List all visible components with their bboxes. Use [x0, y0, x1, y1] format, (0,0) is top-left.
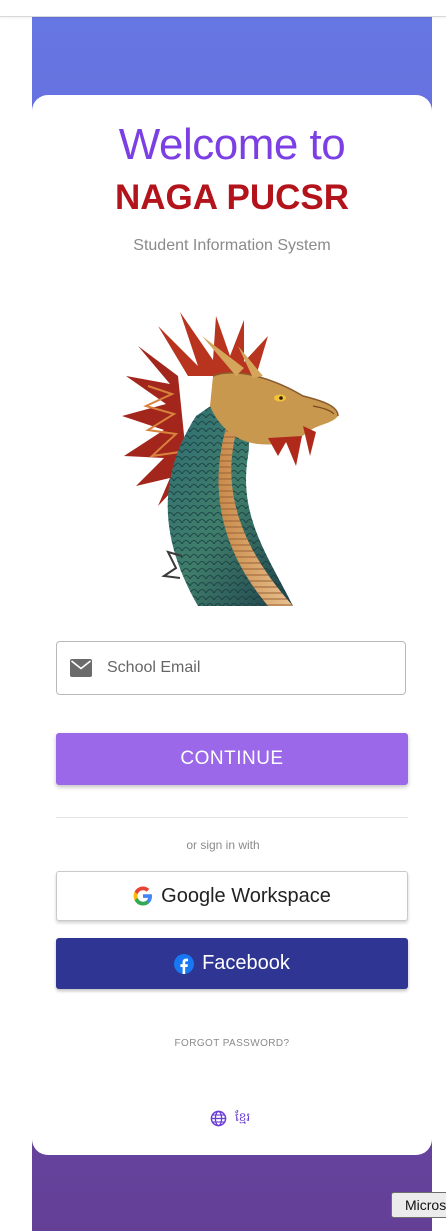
google-workspace-button[interactable]: Google Workspace [56, 871, 408, 921]
email-field[interactable] [56, 641, 406, 695]
browser-top-bar [0, 0, 446, 17]
dragon-illustration [122, 312, 339, 606]
email-input[interactable] [105, 658, 379, 678]
continue-button[interactable]: CONTINUE [56, 733, 408, 785]
khmer-language-link[interactable]: ខ្មែរ [235, 1109, 250, 1127]
mail-icon [69, 656, 93, 680]
taskbar-microsoft-button[interactable]: Micros [391, 1192, 446, 1218]
globe-icon[interactable] [210, 1110, 227, 1127]
sign-in-with-label: or sign in with [186, 838, 260, 852]
login-card [32, 95, 432, 1155]
google-button-label: Google Workspace [161, 884, 331, 907]
facebook-button[interactable]: Facebook [56, 938, 408, 989]
divider-line [56, 817, 408, 818]
language-switcher[interactable]: ខ្មែរ [210, 1109, 250, 1127]
forgot-password-link[interactable]: FORGOT PASSWORD? [0, 1038, 446, 1049]
facebook-button-label: Facebook [202, 952, 290, 974]
google-logo-icon [133, 886, 153, 906]
facebook-logo-icon [174, 953, 195, 974]
